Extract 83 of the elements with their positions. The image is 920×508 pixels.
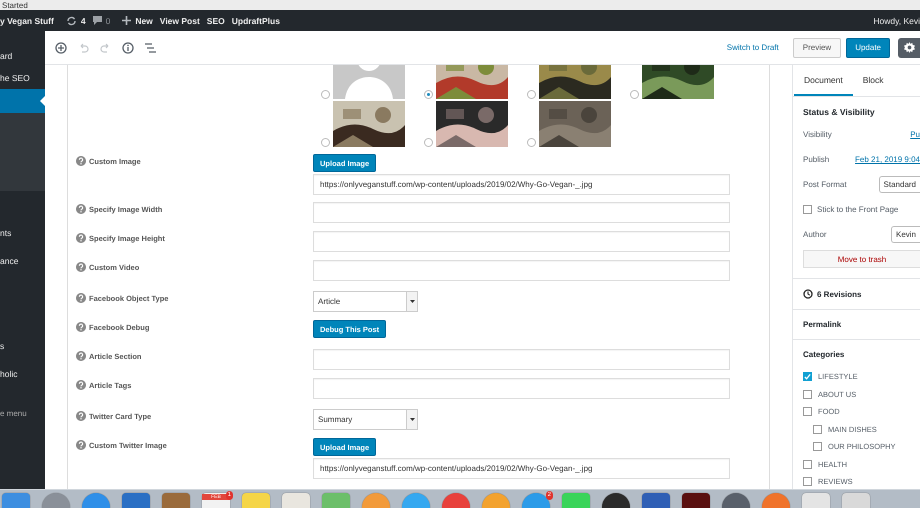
new-link[interactable]: New xyxy=(135,16,153,26)
checkbox[interactable] xyxy=(803,390,812,399)
row-label: Visibility xyxy=(803,130,832,139)
menu-item[interactable]: s xyxy=(0,335,45,357)
post-format-select[interactable]: Standard xyxy=(878,176,920,193)
input-field[interactable] xyxy=(313,378,730,399)
input-field[interactable] xyxy=(313,260,730,281)
row-label: Post Format xyxy=(803,180,847,189)
input-field[interactable] xyxy=(313,231,730,252)
admin-bar-link[interactable]: View Post xyxy=(160,16,200,26)
preview-button[interactable]: Preview xyxy=(792,38,842,58)
collapse-menu-link[interactable]: e menu xyxy=(0,403,45,425)
help-icon[interactable] xyxy=(76,351,86,361)
radio-button[interactable] xyxy=(321,138,330,147)
browser-tab-title: Started xyxy=(1,0,28,10)
radio-button[interactable] xyxy=(527,90,536,99)
help-icon[interactable] xyxy=(76,322,86,332)
menu-item[interactable]: ance xyxy=(0,250,45,272)
help-icon[interactable] xyxy=(76,204,86,214)
plus-icon[interactable] xyxy=(122,16,132,25)
comment-count: 0 xyxy=(106,16,110,26)
redo-icon[interactable] xyxy=(100,42,111,52)
author-select[interactable]: Kevin xyxy=(890,226,920,243)
info-icon[interactable] xyxy=(122,42,134,54)
undo-icon[interactable] xyxy=(78,42,89,52)
radio-button[interactable] xyxy=(424,90,433,99)
radio-button[interactable] xyxy=(424,138,433,147)
help-icon[interactable] xyxy=(76,156,86,166)
permalink-panel-title[interactable]: Permalink xyxy=(803,320,842,329)
admin-bar-link[interactable]: SEO xyxy=(206,16,225,26)
menu-item[interactable]: nts xyxy=(0,222,45,244)
help-icon[interactable] xyxy=(76,380,86,390)
menu-item[interactable] xyxy=(0,89,45,113)
checkbox[interactable] xyxy=(803,460,812,469)
checkbox[interactable] xyxy=(803,477,812,486)
publish-date-link[interactable]: Feb 21, 2019 9:04 xyxy=(855,155,920,164)
caret-icon xyxy=(410,300,414,303)
input-field[interactable] xyxy=(313,349,730,370)
update-button[interactable]: Update xyxy=(846,38,890,58)
sidebar-tab[interactable]: Document xyxy=(794,65,853,96)
checkbox[interactable] xyxy=(813,442,822,452)
comment-icon[interactable] xyxy=(92,16,102,25)
select-field[interactable]: Article xyxy=(313,291,418,312)
caret-icon xyxy=(410,418,414,421)
input-field[interactable]: https://onlyveganstuff.com/wp-content/uploads/2019/02/Why-Go-Vegan-_.jpg xyxy=(313,458,730,479)
categories-panel-title[interactable]: Categories xyxy=(803,350,920,359)
visibility-link[interactable]: Pu xyxy=(910,130,920,139)
checkbox[interactable] xyxy=(813,424,822,434)
checkbox[interactable] xyxy=(803,407,812,416)
help-icon[interactable] xyxy=(76,233,86,243)
admin-bar-link[interactable]: UpdraftPlus xyxy=(232,16,280,26)
row-label: Publish xyxy=(803,155,830,164)
add-block-icon[interactable] xyxy=(55,42,67,54)
section-title[interactable]: Status & Visibility xyxy=(803,107,920,117)
refresh-icon[interactable] xyxy=(66,16,77,26)
sidebar-tab[interactable]: Block xyxy=(852,65,894,96)
checkbox[interactable] xyxy=(803,372,812,382)
radio-button[interactable] xyxy=(527,138,536,147)
settings-icon xyxy=(904,42,914,53)
radio-button[interactable] xyxy=(321,90,330,99)
move-to-trash-button[interactable]: Move to trash xyxy=(803,250,920,268)
menu-item[interactable]: holic xyxy=(0,363,45,385)
menu-item[interactable]: ard xyxy=(0,45,45,67)
checkbox[interactable] xyxy=(803,205,812,214)
radio-button[interactable] xyxy=(630,90,639,99)
menu-item[interactable]: he SEO xyxy=(0,67,45,89)
help-icon[interactable] xyxy=(76,293,86,303)
greeting[interactable]: Howdy, Kevi xyxy=(873,16,920,26)
settings-button[interactable] xyxy=(898,38,920,58)
select-field[interactable]: Summary xyxy=(313,409,418,430)
revisions-link[interactable]: 6 Revisions xyxy=(817,290,862,298)
update-count: 4 xyxy=(80,16,86,26)
site-name[interactable]: y Vegan Stuff xyxy=(0,16,54,26)
help-icon[interactable] xyxy=(76,262,86,272)
row-label: Author xyxy=(803,230,827,239)
input-field[interactable] xyxy=(313,202,730,223)
history-icon xyxy=(803,289,813,299)
help-icon[interactable] xyxy=(76,411,86,421)
help-icon[interactable] xyxy=(76,440,86,450)
input-field[interactable]: https://onlyveganstuff.com/wp-content/uploads/2019/02/Why-Go-Vegan-_.jpg xyxy=(313,174,730,195)
switch-to-draft-button[interactable]: Switch to Draft xyxy=(726,43,779,52)
outline-icon[interactable] xyxy=(145,42,156,52)
checkbox-label: Stick to the Front Page xyxy=(817,205,898,214)
